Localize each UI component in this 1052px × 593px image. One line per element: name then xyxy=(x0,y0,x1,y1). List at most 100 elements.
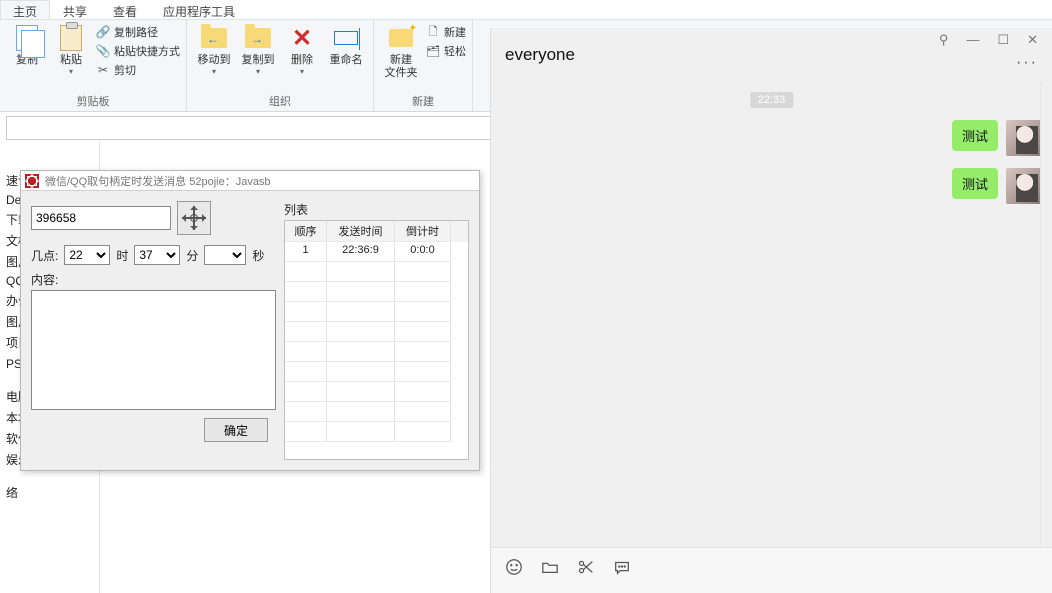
table-row[interactable] xyxy=(285,322,468,342)
table-row[interactable]: 1 22:36:9 0:0:0 xyxy=(285,242,468,262)
empty-cell xyxy=(285,342,327,362)
empty-cell xyxy=(285,302,327,322)
ribbon-group-new-label: 新建 xyxy=(380,91,466,111)
close-icon[interactable]: ✕ xyxy=(1027,32,1038,48)
copy-path-label: 复制路径 xyxy=(114,24,158,40)
scissors-icon[interactable] xyxy=(577,558,595,576)
ribbon-tab-share[interactable]: 共享 xyxy=(50,0,100,19)
empty-cell xyxy=(395,342,451,362)
maximize-icon[interactable]: ☐ xyxy=(997,32,1009,48)
empty-cell xyxy=(285,362,327,382)
avatar[interactable] xyxy=(1006,120,1042,156)
wechat-chat-body[interactable]: 22:33 测试 测试 xyxy=(491,82,1052,547)
dialog-app-icon xyxy=(25,174,39,188)
second-unit-label: 秒 xyxy=(252,247,264,264)
wechat-window: everyone ⚲ — ☐ ✕ ··· 22:33 测试 测试 xyxy=(490,28,1052,593)
empty-cell xyxy=(285,402,327,422)
paste-icon xyxy=(57,24,85,52)
dialog-title: 微信/QQ取句柄定时发送消息 52pojie：Javasb xyxy=(45,173,271,189)
copy-button[interactable]: 复制 xyxy=(6,22,48,80)
table-row[interactable] xyxy=(285,362,468,382)
ribbon-group-new: 新建 文件夹 🗋 新建 🗂 轻松 新建 xyxy=(374,20,473,111)
copy-to-label: 复制到 xyxy=(242,54,275,78)
scissors-icon: ✂ xyxy=(96,63,110,77)
paste-label: 粘贴 xyxy=(60,54,82,78)
new-item-label: 新建 xyxy=(444,24,466,40)
ribbon-tab-home[interactable]: 主页 xyxy=(0,0,50,19)
empty-cell xyxy=(395,322,451,342)
copy-to-button[interactable]: → 复制到 xyxy=(237,22,279,80)
crosshair-icon xyxy=(182,206,206,230)
col-send-time: 发送时间 xyxy=(327,221,395,242)
table-row[interactable] xyxy=(285,302,468,322)
link-icon: 🔗 xyxy=(96,25,110,39)
table-row[interactable] xyxy=(285,262,468,282)
hour-unit-label: 时 xyxy=(116,247,128,264)
table-row[interactable] xyxy=(285,422,468,442)
chat-message: 测试 xyxy=(952,120,1042,156)
ribbon-tab-view[interactable]: 查看 xyxy=(100,0,150,19)
content-label: 内容: xyxy=(31,271,276,288)
wechat-window-controls: ⚲ — ☐ ✕ xyxy=(939,32,1038,48)
empty-cell xyxy=(395,262,451,282)
hour-select[interactable]: 22 xyxy=(64,245,110,265)
ribbon-tab-strip: 主页 共享 查看 应用程序工具 xyxy=(0,0,1052,20)
empty-cell xyxy=(327,302,395,322)
handle-input[interactable] xyxy=(31,206,171,230)
empty-cell xyxy=(395,402,451,422)
minimize-icon[interactable]: — xyxy=(966,32,979,48)
shortcut-icon: 📎 xyxy=(96,44,110,58)
ribbon-group-clipboard-label: 剪贴板 xyxy=(6,91,180,111)
wechat-header: everyone ⚲ — ☐ ✕ ··· xyxy=(491,28,1052,82)
table-row[interactable] xyxy=(285,282,468,302)
wechat-timestamp: 22:33 xyxy=(750,92,794,108)
message-bubble[interactable]: 测试 xyxy=(952,120,998,151)
move-to-icon: ← xyxy=(200,24,228,52)
cut-button[interactable]: ✂ 剪切 xyxy=(96,62,180,78)
table-row[interactable] xyxy=(285,342,468,362)
second-select[interactable] xyxy=(204,245,246,265)
cell-count: 0:0:0 xyxy=(395,242,451,262)
cell-order: 1 xyxy=(285,242,327,262)
empty-cell xyxy=(395,382,451,402)
content-textarea[interactable] xyxy=(31,290,276,410)
folder-icon[interactable] xyxy=(541,558,559,576)
empty-cell xyxy=(327,422,395,442)
easy-access-button[interactable]: 🗂 轻松 xyxy=(426,43,466,59)
sidebar-item[interactable]: 络 xyxy=(6,484,93,501)
message-bubble[interactable]: 测试 xyxy=(952,168,998,199)
minute-select[interactable]: 37 xyxy=(134,245,180,265)
empty-cell xyxy=(327,402,395,422)
minute-unit-label: 分 xyxy=(186,247,198,264)
avatar[interactable] xyxy=(1006,168,1042,204)
table-row[interactable] xyxy=(285,382,468,402)
empty-cell xyxy=(327,382,395,402)
rename-icon xyxy=(332,24,360,52)
wechat-scrollbar[interactable] xyxy=(1040,82,1052,547)
time-prefix-label: 几点: xyxy=(31,247,58,264)
table-row[interactable] xyxy=(285,402,468,422)
delete-button[interactable]: ✕ 删除 xyxy=(281,22,323,80)
wechat-more-button[interactable]: ··· xyxy=(1016,54,1038,72)
ribbon-tab-apptools[interactable]: 应用程序工具 xyxy=(150,0,248,19)
dialog-titlebar[interactable]: 微信/QQ取句柄定时发送消息 52pojie：Javasb xyxy=(21,171,479,191)
ok-button[interactable]: 确定 xyxy=(204,418,268,442)
paste-shortcut-button[interactable]: 📎 粘贴快捷方式 xyxy=(96,43,180,59)
pin-icon[interactable]: ⚲ xyxy=(939,32,949,48)
move-to-button[interactable]: ← 移动到 xyxy=(193,22,235,80)
copy-path-button[interactable]: 🔗 复制路径 xyxy=(96,24,180,40)
new-item-button[interactable]: 🗋 新建 xyxy=(426,24,466,40)
chat-icon[interactable] xyxy=(613,558,631,576)
empty-cell xyxy=(327,282,395,302)
new-folder-button[interactable]: 新建 文件夹 xyxy=(380,22,422,82)
rename-button[interactable]: 重命名 xyxy=(325,22,367,80)
empty-cell xyxy=(285,282,327,302)
pick-handle-button[interactable] xyxy=(177,201,211,235)
ribbon-group-organize-label: 组织 xyxy=(193,91,367,111)
smiley-icon[interactable] xyxy=(505,558,523,576)
empty-cell xyxy=(285,322,327,342)
delete-icon: ✕ xyxy=(288,24,316,52)
new-folder-label: 新建 文件夹 xyxy=(385,54,418,80)
schedule-grid[interactable]: 顺序 发送时间 倒计时 1 22:36:9 0:0:0 xyxy=(284,220,469,460)
paste-button[interactable]: 粘贴 xyxy=(50,22,92,80)
